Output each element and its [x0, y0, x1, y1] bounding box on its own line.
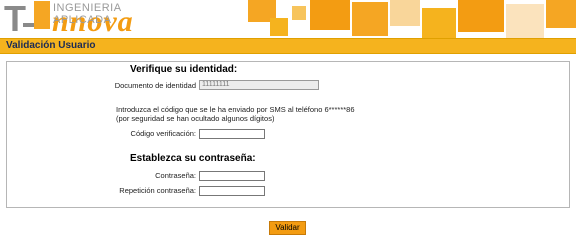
section-title-bar: Validación Usuario	[0, 38, 576, 54]
validate-button[interactable]: Validar	[269, 221, 306, 235]
identity-heading: Verifique su identidad:	[130, 64, 238, 75]
document-field: 11111111	[199, 80, 319, 90]
page-title: Validación Usuario	[6, 40, 96, 51]
password-heading: Establezca su contraseña:	[130, 153, 256, 164]
sms-note: (por seguridad se han ocultado algunos d…	[116, 114, 275, 123]
verification-code-input[interactable]	[199, 129, 265, 139]
document-label: Documento de identidad	[114, 81, 196, 90]
decorative-squares	[248, 0, 576, 38]
repeat-password-input[interactable]	[199, 186, 265, 196]
sms-instruction: Introduzca el código que se le ha enviad…	[116, 105, 355, 114]
code-label: Código verificación:	[130, 129, 196, 138]
repeat-password-label: Repetición contraseña:	[119, 186, 196, 195]
header-banner: T nnova INGENIERIA APLICADA	[0, 0, 576, 39]
password-input[interactable]	[199, 171, 265, 181]
logo-tagline: INGENIERIA APLICADA	[53, 2, 121, 26]
password-label: Contraseña:	[155, 171, 196, 180]
